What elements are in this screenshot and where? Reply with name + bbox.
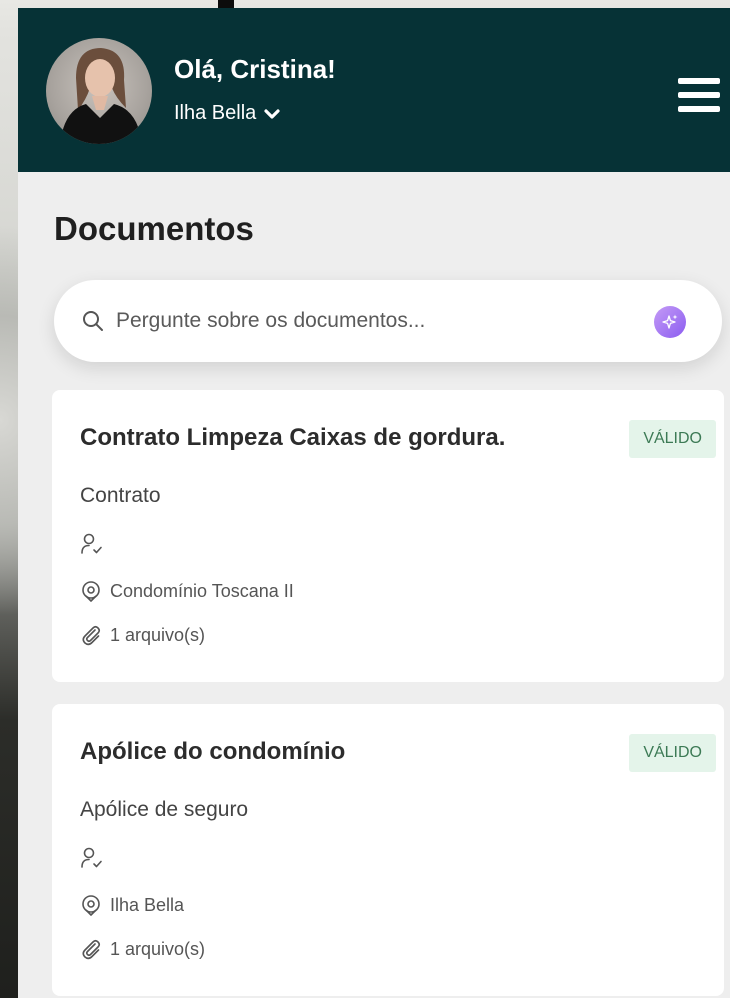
menu-line-icon [678,106,720,112]
search-icon [83,311,103,331]
status-badge: VÁLIDO [629,734,716,772]
app-header: Olá, Cristina! Ilha Bella [18,8,730,172]
paperclip-icon [82,625,101,646]
attachments-count[interactable]: 1 arquivo(s) [110,939,205,960]
search-input[interactable] [116,300,636,342]
app-screen: Olá, Cristina! Ilha Bella Documentos Per… [18,8,730,998]
page-title: Documentos [54,210,254,247]
greeting-text: Olá, Cristina! [174,54,336,84]
attachments-count[interactable]: 1 arquivo(s) [110,625,205,646]
avatar[interactable] [46,38,152,144]
paperclip-icon [82,939,101,960]
responsible-row [80,532,104,556]
condominium-name: Ilha Bella [174,102,257,124]
menu-line-icon [678,78,720,84]
user-check-icon [81,533,102,554]
condominium-selector[interactable]: Ilha Bella [174,102,280,125]
document-type: Apólice de seguro [80,798,249,821]
document-search-bar [54,280,722,362]
user-photo-icon [60,48,142,144]
ai-assistant-button[interactable] [654,306,686,338]
document-card[interactable]: Apólice do condomínio VÁLIDO Apólice de … [52,704,724,996]
location-row: Ilha Bella [80,894,184,916]
attachments-row: 1 arquivo(s) [80,938,205,960]
status-badge: VÁLIDO [629,420,716,458]
user-check-icon [81,847,102,868]
document-title: Apólice do condomínio [80,738,346,765]
document-type: Contrato [80,484,161,507]
attachments-row: 1 arquivo(s) [80,624,205,646]
menu-line-icon [678,92,720,98]
responsible-row [80,846,104,870]
location-pin-icon [82,581,100,602]
location-row: Condomínio Toscana II [80,580,294,602]
sparkle-icon [662,314,678,329]
location-text: Ilha Bella [110,894,185,915]
chevron-down-icon [264,108,280,119]
document-card[interactable]: Contrato Limpeza Caixas de gordura. VÁLI… [52,390,724,682]
hamburger-menu-button[interactable] [678,78,720,112]
document-title: Contrato Limpeza Caixas de gordura. [80,424,506,451]
location-text: Condomínio Toscana II [110,580,294,601]
location-pin-icon [82,895,100,916]
